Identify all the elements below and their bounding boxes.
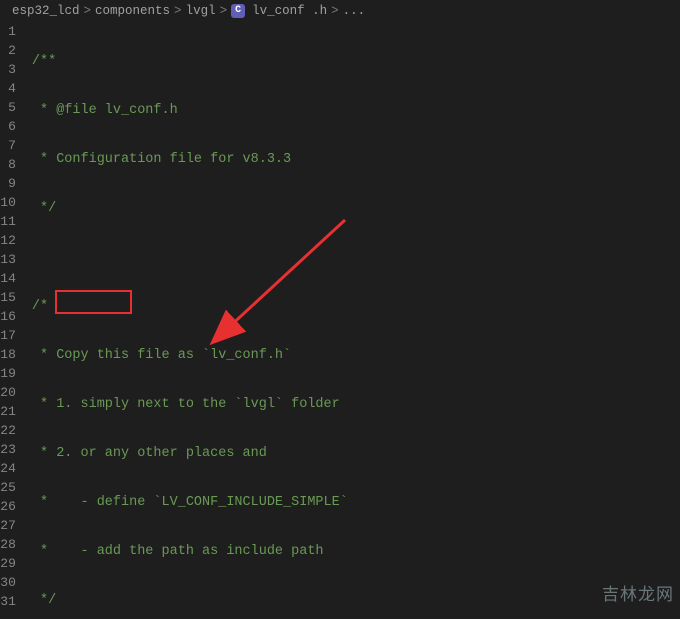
- breadcrumb-seg-components[interactable]: components: [95, 4, 170, 18]
- breadcrumb-seg-project[interactable]: esp32_lcd: [12, 4, 80, 18]
- line-number: 16: [0, 307, 16, 326]
- line-number: 20: [0, 383, 16, 402]
- breadcrumb-seg-more[interactable]: ...: [343, 4, 366, 18]
- chevron-right-icon: >: [84, 4, 92, 18]
- breadcrumb-seg-lvgl[interactable]: lvgl: [186, 4, 216, 18]
- line-number: 1: [0, 22, 16, 41]
- file-type-c-icon: C: [231, 4, 245, 18]
- code-line[interactable]: [32, 248, 680, 267]
- line-number: 15: [0, 288, 16, 307]
- chevron-right-icon: >: [220, 4, 228, 18]
- line-number: 21: [0, 402, 16, 421]
- line-number: 29: [0, 554, 16, 573]
- line-number: 3: [0, 60, 16, 79]
- line-number: 2: [0, 41, 16, 60]
- code-line[interactable]: * - define `LV_CONF_INCLUDE_SIMPLE`: [32, 493, 680, 512]
- code-area[interactable]: /** * @file lv_conf.h * Configuration fi…: [32, 22, 680, 619]
- line-number: 19: [0, 364, 16, 383]
- chevron-right-icon: >: [331, 4, 339, 18]
- code-line[interactable]: * Configuration file for v8.3.3: [32, 150, 680, 169]
- code-line[interactable]: */: [32, 199, 680, 218]
- line-number: 23: [0, 440, 16, 459]
- line-number: 27: [0, 516, 16, 535]
- code-line[interactable]: /*: [32, 297, 680, 316]
- line-number: 11: [0, 212, 16, 231]
- line-number: 18: [0, 345, 16, 364]
- code-line[interactable]: */: [32, 591, 680, 610]
- line-number: 12: [0, 231, 16, 250]
- code-line[interactable]: * 2. or any other places and: [32, 444, 680, 463]
- line-number-gutter: 1 2 3 4 5 6 7 8 9 10 11 12 13 14 15 16 1…: [0, 22, 32, 619]
- line-number: 4: [0, 79, 16, 98]
- line-number: 31: [0, 592, 16, 611]
- code-line[interactable]: * @file lv_conf.h: [32, 101, 680, 120]
- code-editor[interactable]: 1 2 3 4 5 6 7 8 9 10 11 12 13 14 15 16 1…: [0, 22, 680, 619]
- line-number: 8: [0, 155, 16, 174]
- chevron-right-icon: >: [174, 4, 182, 18]
- line-number: 7: [0, 136, 16, 155]
- line-number: 9: [0, 174, 16, 193]
- line-number: 25: [0, 478, 16, 497]
- line-number: 30: [0, 573, 16, 592]
- line-number: 22: [0, 421, 16, 440]
- line-number: 17: [0, 326, 16, 345]
- code-line[interactable]: * Copy this file as `lv_conf.h`: [32, 346, 680, 365]
- line-number: 10: [0, 193, 16, 212]
- code-line[interactable]: * 1. simply next to the `lvgl` folder: [32, 395, 680, 414]
- line-number: 6: [0, 117, 16, 136]
- breadcrumb[interactable]: esp32_lcd > components > lvgl > C lv_con…: [0, 0, 680, 22]
- line-number: 26: [0, 497, 16, 516]
- breadcrumb-seg-file[interactable]: lv_conf .h: [252, 4, 327, 18]
- line-number: 24: [0, 459, 16, 478]
- line-number: 28: [0, 535, 16, 554]
- code-line[interactable]: /**: [32, 52, 680, 71]
- line-number: 14: [0, 269, 16, 288]
- code-line[interactable]: * - add the path as include path: [32, 542, 680, 561]
- line-number: 5: [0, 98, 16, 117]
- line-number: 13: [0, 250, 16, 269]
